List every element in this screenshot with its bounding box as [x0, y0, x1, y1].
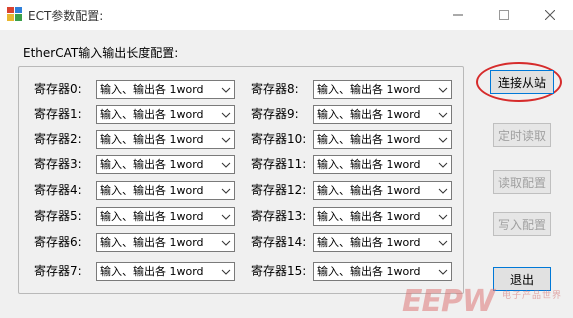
register-label: 寄存器2: — [34, 132, 82, 146]
register-9-select[interactable]: 输入、输出各 1word — [313, 105, 452, 124]
register-label: 寄存器14: — [251, 235, 307, 249]
chevron-down-icon — [438, 137, 448, 143]
chevron-down-icon — [438, 162, 448, 168]
close-icon — [545, 10, 555, 20]
register-label: 寄存器13: — [251, 209, 307, 223]
chevron-down-icon — [221, 240, 231, 246]
close-button[interactable] — [527, 0, 573, 30]
window-title: ECT参数配置: — [28, 9, 104, 23]
chevron-down-icon — [221, 269, 231, 275]
chevron-down-icon — [221, 188, 231, 194]
register-15-select[interactable]: 输入、输出各 1word — [313, 262, 452, 281]
read-config-button[interactable]: 读取配置 — [493, 170, 551, 194]
chevron-down-icon — [221, 162, 231, 168]
register-3-select[interactable]: 输入、输出各 1word — [96, 155, 235, 174]
chevron-down-icon — [221, 87, 231, 93]
chevron-down-icon — [438, 188, 448, 194]
exit-button[interactable]: 退出 — [493, 267, 551, 291]
register-4-value: 输入、输出各 1word — [100, 184, 204, 197]
register-13-select[interactable]: 输入、输出各 1word — [313, 207, 452, 226]
register-label: 寄存器7: — [34, 264, 82, 278]
register-5-select[interactable]: 输入、输出各 1word — [96, 207, 235, 226]
minimize-icon — [453, 14, 463, 16]
timed-read-button[interactable]: 定时读取 — [493, 123, 551, 147]
group-title: EtherCAT输入输出长度配置: — [23, 46, 179, 60]
title-bar: ECT参数配置: — [0, 0, 573, 30]
chevron-down-icon — [438, 269, 448, 275]
register-12-select[interactable]: 输入、输出各 1word — [313, 181, 452, 200]
window-client-area: EtherCAT输入输出长度配置: 寄存器0: 输入、输出各 1word 寄存器… — [0, 30, 573, 318]
maximize-icon — [499, 10, 509, 20]
register-12-value: 输入、输出各 1word — [317, 184, 421, 197]
connect-slave-button[interactable]: 连接从站 — [490, 70, 554, 94]
register-6-value: 输入、输出各 1word — [100, 236, 204, 249]
register-label: 寄存器12: — [251, 183, 307, 197]
register-config-group — [18, 66, 464, 294]
register-2-value: 输入、输出各 1word — [100, 133, 204, 146]
chevron-down-icon — [221, 112, 231, 118]
register-8-value: 输入、输出各 1word — [317, 83, 421, 96]
chevron-down-icon — [438, 214, 448, 220]
register-8-select[interactable]: 输入、输出各 1word — [313, 80, 452, 99]
app-icon — [7, 7, 22, 21]
register-label: 寄存器15: — [251, 264, 307, 278]
register-label: 寄存器0: — [34, 82, 82, 96]
chevron-down-icon — [221, 137, 231, 143]
register-1-value: 输入、输出各 1word — [100, 108, 204, 121]
register-4-select[interactable]: 输入、输出各 1word — [96, 181, 235, 200]
register-1-select[interactable]: 输入、输出各 1word — [96, 105, 235, 124]
register-10-value: 输入、输出各 1word — [317, 133, 421, 146]
register-11-select[interactable]: 输入、输出各 1word — [313, 155, 452, 174]
write-config-button[interactable]: 写入配置 — [493, 212, 551, 236]
register-label: 寄存器9: — [251, 107, 299, 121]
register-11-value: 输入、输出各 1word — [317, 158, 421, 171]
register-label: 寄存器6: — [34, 235, 82, 249]
register-6-select[interactable]: 输入、输出各 1word — [96, 233, 235, 252]
register-label: 寄存器3: — [34, 157, 82, 171]
register-15-value: 输入、输出各 1word — [317, 265, 421, 278]
register-9-value: 输入、输出各 1word — [317, 108, 421, 121]
register-3-value: 输入、输出各 1word — [100, 158, 204, 171]
register-5-value: 输入、输出各 1word — [100, 210, 204, 223]
register-label: 寄存器8: — [251, 82, 299, 96]
register-10-select[interactable]: 输入、输出各 1word — [313, 130, 452, 149]
register-7-select[interactable]: 输入、输出各 1word — [96, 262, 235, 281]
register-14-value: 输入、输出各 1word — [317, 236, 421, 249]
register-13-value: 输入、输出各 1word — [317, 210, 421, 223]
maximize-button[interactable] — [481, 0, 527, 30]
chevron-down-icon — [438, 240, 448, 246]
register-label: 寄存器1: — [34, 107, 82, 121]
register-7-value: 输入、输出各 1word — [100, 265, 204, 278]
chevron-down-icon — [438, 112, 448, 118]
register-label: 寄存器4: — [34, 183, 82, 197]
register-0-value: 输入、输出各 1word — [100, 83, 204, 96]
chevron-down-icon — [438, 87, 448, 93]
chevron-down-icon — [221, 214, 231, 220]
minimize-button[interactable] — [435, 0, 481, 30]
register-label: 寄存器5: — [34, 209, 82, 223]
register-14-select[interactable]: 输入、输出各 1word — [313, 233, 452, 252]
register-0-select[interactable]: 输入、输出各 1word — [96, 80, 235, 99]
register-2-select[interactable]: 输入、输出各 1word — [96, 130, 235, 149]
register-label: 寄存器10: — [251, 132, 307, 146]
register-label: 寄存器11: — [251, 157, 307, 171]
